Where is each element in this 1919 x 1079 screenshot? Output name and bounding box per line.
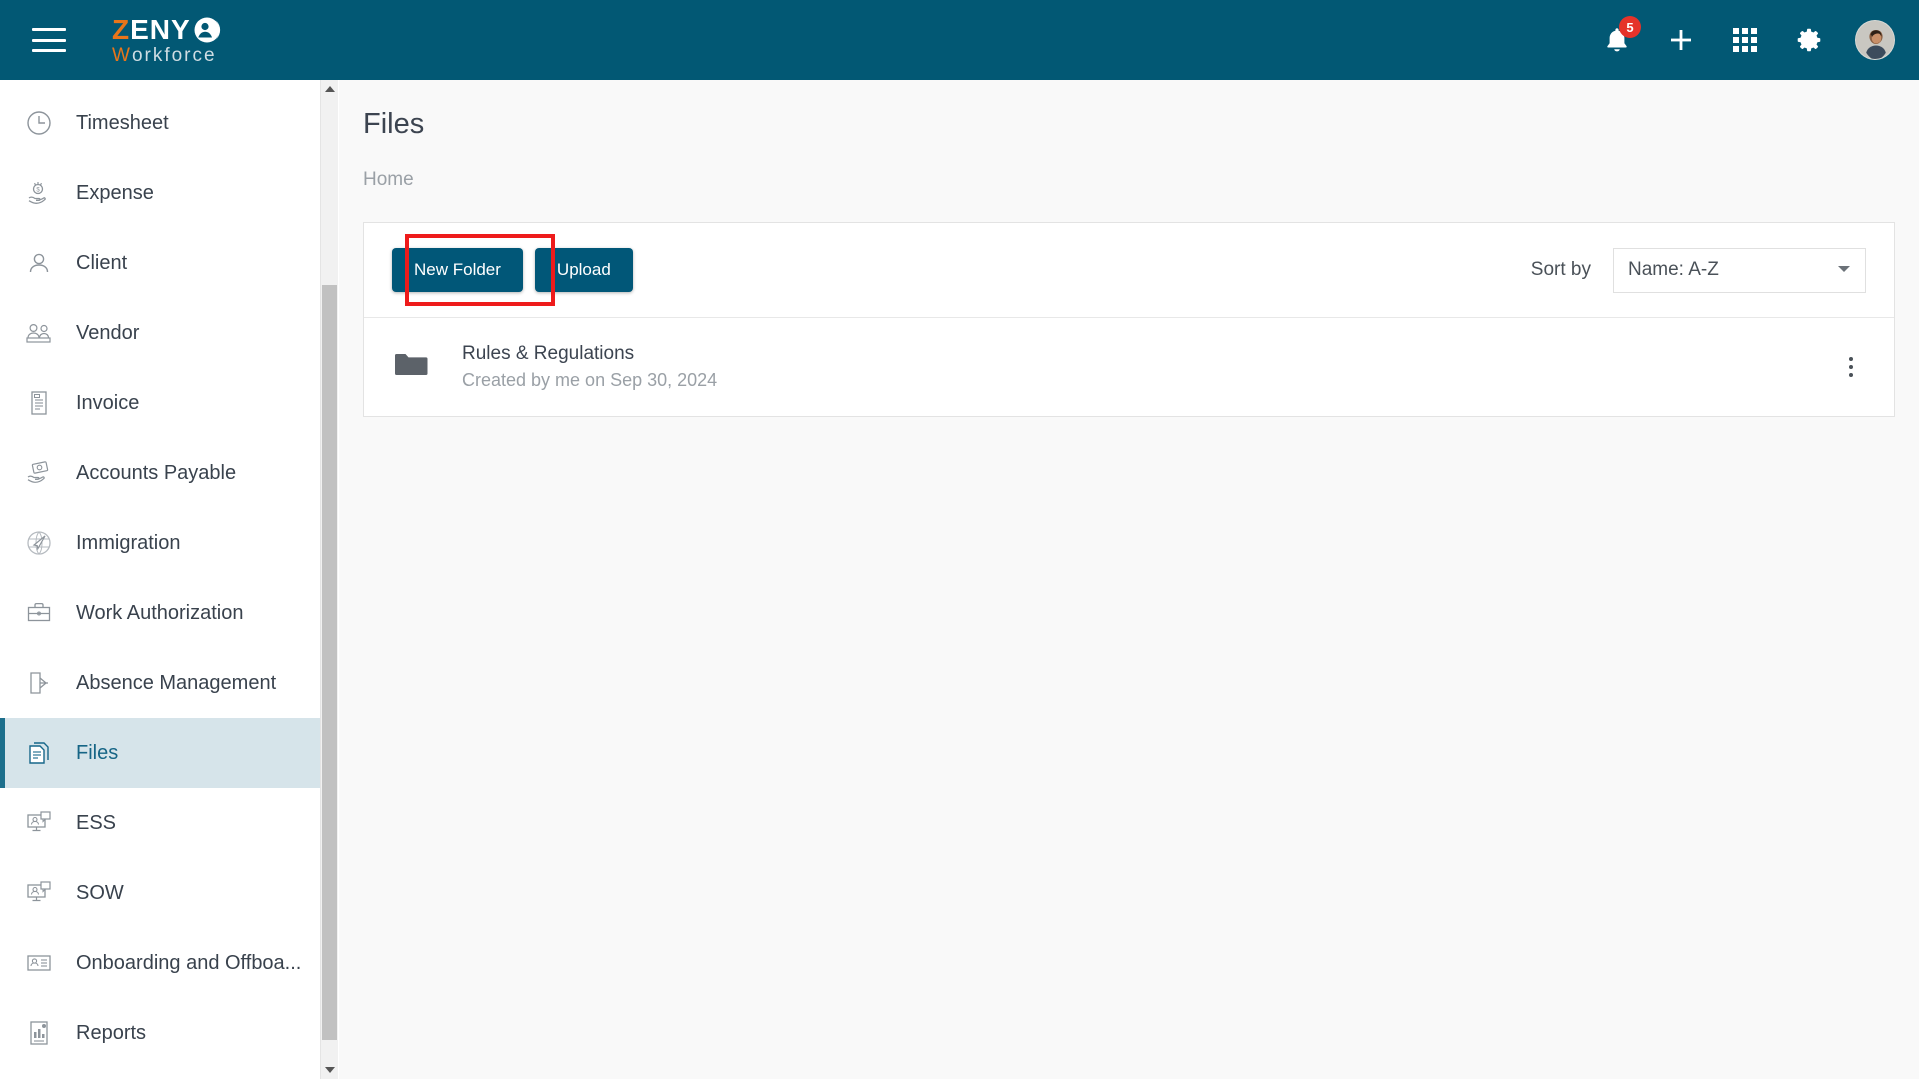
table-row[interactable]: Rules & Regulations Created by me on Sep… <box>364 318 1894 416</box>
sidebar-item-label: Invoice <box>76 391 140 414</box>
sidebar-item-invoice[interactable]: Invoice <box>0 368 320 438</box>
sidebar-item-label: Onboarding and Offboa... <box>76 951 302 974</box>
sidebar-item-label: Client <box>76 251 128 274</box>
hamburger-bar <box>32 38 66 42</box>
sidebar-item-immigration[interactable]: Immigration <box>0 508 320 578</box>
kebab-menu-icon[interactable] <box>1836 347 1866 387</box>
files-card: New Folder Upload Sort by Name: A-Z Rule… <box>363 222 1895 417</box>
user-photo-icon <box>1856 21 1894 59</box>
sidebar-item-label: Immigration <box>76 531 181 554</box>
sort-by-label: Sort by <box>1530 259 1591 280</box>
hamburger-icon[interactable] <box>32 28 66 52</box>
sidebar-item-files[interactable]: Files <box>0 718 320 788</box>
scrollbar-thumb[interactable] <box>322 285 337 1040</box>
person-icon <box>22 246 56 280</box>
gear-icon <box>1797 28 1821 52</box>
sidebar-item-accounts-payable[interactable]: Accounts Payable <box>0 438 320 508</box>
clock-icon <box>22 106 56 140</box>
sidebar-item-label: Reports <box>76 1021 147 1044</box>
globe-plane-icon <box>22 526 56 560</box>
sidebar-item-expense[interactable]: $ Expense <box>0 158 320 228</box>
sidebar-item-label: Accounts Payable <box>76 461 237 484</box>
toolbar-buttons: New Folder Upload <box>392 234 633 306</box>
receipt-icon <box>22 386 56 420</box>
people-icon <box>22 316 56 350</box>
sidebar-item-label: SOW <box>76 881 124 904</box>
sidebar-item-label: Work Authorization <box>76 601 244 624</box>
sidebar-item-reports[interactable]: Reports <box>0 998 320 1068</box>
notifications-button[interactable]: 5 <box>1599 16 1641 58</box>
sidebar-nav: Timesheet $ Expense Client Vendor Invoic… <box>0 80 320 1079</box>
sort-by-value: Name: A-Z <box>1628 259 1719 280</box>
page-title: Files <box>363 108 425 140</box>
logo-top-row: Z ENY <box>112 13 222 45</box>
person-circle-icon <box>192 16 222 44</box>
settings-button[interactable] <box>1791 22 1827 58</box>
sidebar-item-ess[interactable]: ESS <box>0 788 320 858</box>
apps-button[interactable] <box>1727 22 1763 58</box>
hand-money-icon: $ <box>22 176 56 210</box>
sidebar-item-client[interactable]: Client <box>0 228 320 298</box>
documents-icon <box>22 736 56 770</box>
sidebar-item-list: Timesheet $ Expense Client Vendor Invoic… <box>0 80 320 1068</box>
monitor-person-icon <box>22 806 56 840</box>
folder-icon <box>394 351 434 384</box>
avatar[interactable] <box>1855 20 1895 60</box>
sidebar-item-sow[interactable]: SOW <box>0 858 320 928</box>
add-button[interactable] <box>1663 22 1699 58</box>
hand-card-icon <box>22 456 56 490</box>
plus-icon <box>1671 30 1691 50</box>
scroll-up-arrow-icon[interactable] <box>321 80 339 98</box>
monitor-person-icon <box>22 876 56 910</box>
logo-text-z: Z <box>112 13 131 45</box>
top-header: Z ENY W orkforce 5 <box>0 0 1919 80</box>
id-card-icon <box>22 946 56 980</box>
sidebar-scrollbar[interactable] <box>320 80 338 1079</box>
sidebar-item-label: Vendor <box>76 321 140 344</box>
sort-controls: Sort by Name: A-Z <box>1530 247 1866 293</box>
sidebar-item-label: Expense <box>76 181 154 204</box>
notification-badge: 5 <box>1619 16 1641 38</box>
hamburger-bar <box>32 28 66 31</box>
file-info: Rules & Regulations Created by me on Sep… <box>462 343 717 391</box>
sidebar-item-label: Absence Management <box>76 671 277 694</box>
scroll-down-arrow-icon[interactable] <box>321 1061 339 1079</box>
hamburger-bar <box>32 49 66 52</box>
logo-bottom-row: W orkforce <box>112 46 222 65</box>
main-content: Files Home New Folder Upload Sort by Nam… <box>339 80 1919 1079</box>
sidebar-item-vendor[interactable]: Vendor <box>0 298 320 368</box>
chevron-down-icon <box>1837 261 1851 279</box>
sidebar-item-partial-top[interactable] <box>0 80 320 88</box>
sidebar-item-work-authorization[interactable]: Work Authorization <box>0 578 320 648</box>
logo-text-w: W <box>112 44 132 66</box>
sidebar-item-absence-management[interactable]: Absence Management <box>0 648 320 718</box>
sort-by-select[interactable]: Name: A-Z <box>1613 247 1866 293</box>
files-toolbar: New Folder Upload Sort by Name: A-Z <box>364 223 1894 318</box>
breadcrumb[interactable]: Home <box>363 169 1919 191</box>
grid-apps-icon <box>1733 28 1757 52</box>
door-exit-icon <box>22 666 56 700</box>
file-name: Rules & Regulations <box>462 343 635 364</box>
logo-text-orkforce: orkforce <box>131 44 217 66</box>
sidebar-item-label: ESS <box>76 811 117 834</box>
sidebar-item-onboarding-offboarding[interactable]: Onboarding and Offboa... <box>0 928 320 998</box>
logo-text-eny: ENY <box>130 13 191 45</box>
briefcase-icon <box>22 596 56 630</box>
app-logo[interactable]: Z ENY W orkforce <box>112 13 222 65</box>
header-actions: 5 <box>1599 16 1895 60</box>
sidebar-item-label: Files <box>76 741 119 764</box>
file-subtitle: Created by me on Sep 30, 2024 <box>462 370 718 390</box>
report-chart-icon <box>22 1016 56 1050</box>
sidebar-item-label: Timesheet <box>76 111 169 134</box>
sidebar-item-timesheet[interactable]: Timesheet <box>0 88 320 158</box>
upload-button[interactable]: Upload <box>534 248 633 292</box>
new-folder-button[interactable]: New Folder <box>392 248 523 292</box>
